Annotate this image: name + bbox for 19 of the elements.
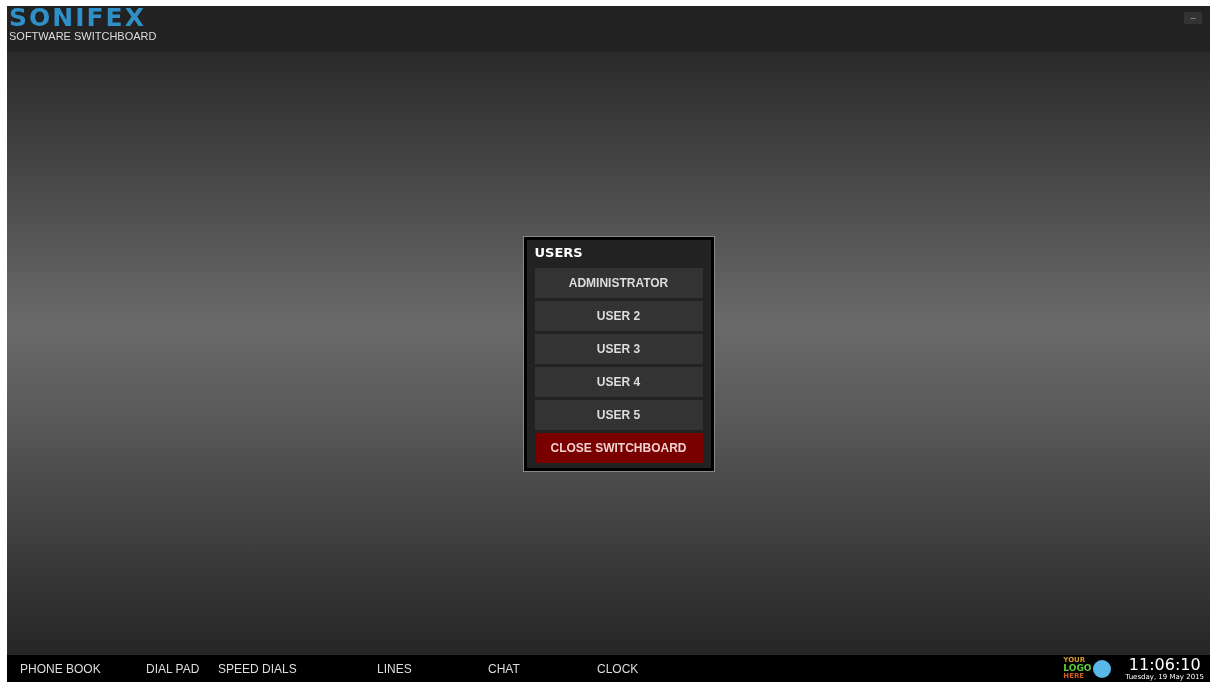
clock-time: 11:06:10 [1128,656,1201,673]
brand-logo: SONIFEX [9,6,147,30]
user-button[interactable]: USER 3 [534,333,703,364]
close-switchboard-button[interactable]: CLOSE SWITCHBOARD [534,432,703,463]
dialog-title: USERS [534,243,584,262]
user-button[interactable]: ADMINISTRATOR [534,267,703,298]
brand-subtitle: SOFTWARE SWITCHBOARD [9,30,157,42]
nav-tab[interactable]: LINES [377,661,488,676]
minimize-button[interactable]: – [1184,12,1202,24]
user-button[interactable]: USER 4 [534,366,703,397]
nav-tab[interactable]: SPEED DIALS [218,661,377,676]
nav-tab[interactable]: DIAL PAD [146,661,218,676]
user-button[interactable]: USER 2 [534,300,703,331]
nav-tab[interactable]: CHAT [488,661,597,676]
circle-icon [1093,659,1112,678]
nav-tab[interactable]: CLOCK [597,661,639,676]
nav-tab[interactable]: PHONE BOOK [20,661,146,676]
user-button[interactable]: USER 5 [534,399,703,430]
logo-text: LOGO [1063,664,1092,673]
